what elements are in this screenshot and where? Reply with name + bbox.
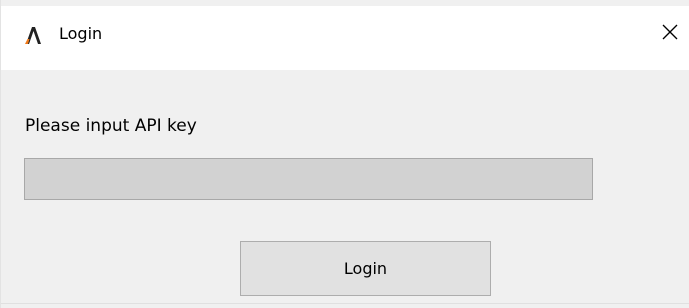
close-button[interactable] [650, 6, 689, 62]
bottom-divider [1, 303, 689, 304]
close-icon [662, 24, 678, 44]
window-top-edge [1, 0, 689, 6]
api-key-prompt-label: Please input API key [25, 116, 197, 136]
window-title: Login [59, 24, 103, 43]
login-window: Login Please input API key Login [0, 0, 689, 308]
login-button[interactable]: Login [240, 241, 491, 296]
api-key-input[interactable] [24, 158, 593, 200]
arrow-a-logo-icon [23, 25, 43, 45]
title-bar: Login [1, 0, 689, 70]
